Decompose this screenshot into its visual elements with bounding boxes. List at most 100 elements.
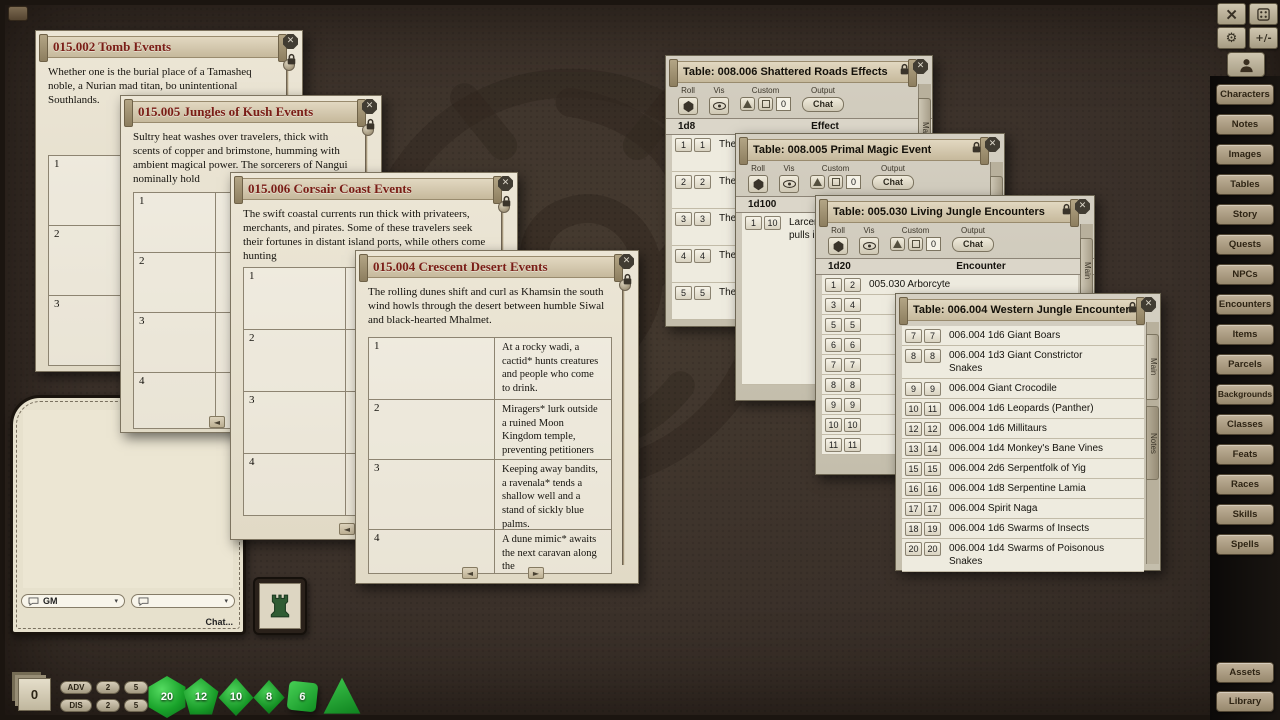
close-icon[interactable]: ✕ (283, 34, 298, 49)
lock-icon[interactable] (1061, 203, 1072, 216)
die-range-from[interactable]: 3 (825, 298, 842, 312)
d20-die[interactable]: 20 (146, 676, 188, 718)
output-chat-button[interactable]: Chat (952, 237, 994, 252)
die-range-from[interactable]: 9 (905, 382, 922, 396)
top-left-button[interactable] (8, 6, 28, 21)
die-range-to[interactable]: 1 (694, 138, 711, 152)
die-range-from[interactable]: 10 (905, 402, 922, 416)
die-range-from[interactable]: 4 (675, 249, 692, 263)
row-number[interactable]: 2 (244, 330, 346, 391)
row-number[interactable]: 4 (134, 373, 216, 428)
die-range-from[interactable]: 18 (905, 522, 922, 536)
sidebar-item-assets[interactable]: Assets (1216, 662, 1274, 683)
die-range-to[interactable]: 4 (694, 249, 711, 263)
die-range-to[interactable]: 5 (844, 318, 861, 332)
sidebar-item-items[interactable]: Items (1216, 324, 1274, 345)
modifier-2-button[interactable]: 2 (96, 699, 120, 712)
die-range-to[interactable]: 11 (844, 438, 861, 452)
tab-main[interactable]: Main (1146, 334, 1159, 400)
die-range-from[interactable]: 11 (825, 438, 842, 452)
table-row[interactable]: 12 12 006.004 1d6 Millitaurs (902, 419, 1144, 439)
custom-die-button[interactable] (740, 97, 755, 111)
row-number[interactable]: 3 (244, 392, 346, 453)
table-row[interactable]: 10 11 006.004 1d6 Leopards (Panther) (902, 399, 1144, 419)
sidebar-item-tables[interactable]: Tables (1216, 174, 1274, 195)
window-titlebar[interactable]: 015.004 Crescent Desert Events (364, 256, 618, 278)
window-titlebar[interactable]: 015.006 Corsair Coast Events (239, 178, 497, 200)
die-range-to[interactable]: 16 (924, 482, 941, 496)
advantage-button[interactable]: ADV (60, 681, 92, 694)
sidebar-item-quests[interactable]: Quests (1216, 234, 1274, 255)
prev-page-button[interactable]: ◄ (462, 567, 478, 579)
sidebar-item-spells[interactable]: Spells (1216, 534, 1274, 555)
die-range-to[interactable]: 12 (924, 422, 941, 436)
sidebar-item-backgrounds[interactable]: Backgrounds (1216, 384, 1274, 405)
die-range-from[interactable]: 13 (905, 442, 922, 456)
next-page-button[interactable]: ► (528, 567, 544, 579)
chat-input[interactable]: Chat... (205, 617, 233, 627)
die-range-to[interactable]: 9 (924, 382, 941, 396)
table-row[interactable]: 20 20 006.004 1d4 Swarms of Poisonous Sn… (902, 539, 1144, 572)
table-row[interactable]: 8 8 006.004 1d3 Giant Constrictor Snakes (902, 346, 1144, 379)
row-number[interactable]: 1 (244, 268, 346, 329)
tools-button[interactable] (1217, 3, 1246, 25)
lock-icon[interactable] (899, 63, 910, 76)
row-number[interactable]: 4 (244, 454, 346, 515)
d4-die[interactable] (322, 676, 362, 716)
custom-die-button[interactable] (890, 237, 905, 251)
die-range-from[interactable]: 17 (905, 502, 922, 516)
tab-notes[interactable]: Notes (1146, 406, 1159, 480)
row-number[interactable]: 3 (134, 313, 216, 372)
dice-tower-button[interactable] (253, 577, 307, 635)
disadvantage-button[interactable]: DIS (60, 699, 92, 712)
lock-icon[interactable] (971, 141, 982, 154)
die-range-from[interactable]: 12 (905, 422, 922, 436)
table-row[interactable]: 1 2 005.030 Arborcyte (822, 275, 1078, 295)
row-text[interactable]: Miragers* lurk outside a ruined Moon Kin… (495, 400, 611, 459)
die-range-from[interactable]: 7 (905, 329, 922, 343)
row-number[interactable]: 3 (369, 460, 495, 529)
die-range-to[interactable]: 2 (844, 278, 861, 292)
die-range-to[interactable]: 15 (924, 462, 941, 476)
table-row[interactable]: 9 9 006.004 Giant Crocodile (902, 379, 1144, 399)
sidebar-item-parcels[interactable]: Parcels (1216, 354, 1274, 375)
custom-table-button[interactable] (758, 97, 773, 111)
die-range-from[interactable]: 1 (675, 138, 692, 152)
custom-table-button[interactable] (908, 237, 923, 251)
close-icon[interactable]: ✕ (498, 176, 513, 191)
custom-table-button[interactable] (828, 175, 843, 189)
settings-button[interactable]: ⚙ (1217, 27, 1246, 49)
die-range-from[interactable]: 3 (675, 212, 692, 226)
die-range-from[interactable]: 5 (675, 286, 692, 300)
window-titlebar[interactable]: Table: 008.005 Primal Magic Event (744, 139, 984, 161)
custom-die-button[interactable] (810, 175, 825, 189)
sidebar-item-feats[interactable]: Feats (1216, 444, 1274, 465)
sidebar-item-encounters[interactable]: Encounters (1216, 294, 1274, 315)
roll-die-button[interactable] (828, 237, 848, 255)
die-range-to[interactable]: 10 (764, 216, 781, 230)
die-range-from[interactable]: 7 (825, 358, 842, 372)
die-range-to[interactable]: 14 (924, 442, 941, 456)
row-number[interactable]: 2 (369, 400, 495, 459)
visibility-eye-button[interactable] (709, 97, 729, 115)
die-range-from[interactable]: 9 (825, 398, 842, 412)
table-row[interactable]: 16 16 006.004 1d8 Serpentine Lamia (902, 479, 1144, 499)
prev-page-button[interactable]: ◄ (339, 523, 355, 535)
modifier-counter[interactable]: 0 (18, 678, 51, 711)
chat-log[interactable] (23, 410, 233, 588)
die-range-to[interactable]: 8 (844, 378, 861, 392)
table-row[interactable]: 18 19 006.004 1d6 Swarms of Insects (902, 519, 1144, 539)
visibility-eye-button[interactable] (779, 175, 799, 193)
die-range-from[interactable]: 2 (675, 175, 692, 189)
die-range-to[interactable]: 20 (924, 542, 941, 556)
sidebar-item-skills[interactable]: Skills (1216, 504, 1274, 525)
prev-page-button[interactable]: ◄ (209, 416, 225, 428)
die-range-to[interactable]: 10 (844, 418, 861, 432)
die-range-to[interactable]: 7 (844, 358, 861, 372)
row-number[interactable]: 1 (369, 338, 495, 399)
lock-icon[interactable] (622, 273, 633, 286)
die-range-from[interactable]: 8 (825, 378, 842, 392)
die-range-to[interactable]: 8 (924, 349, 941, 363)
modifier-5-button[interactable]: 5 (124, 699, 148, 712)
die-range-from[interactable]: 20 (905, 542, 922, 556)
